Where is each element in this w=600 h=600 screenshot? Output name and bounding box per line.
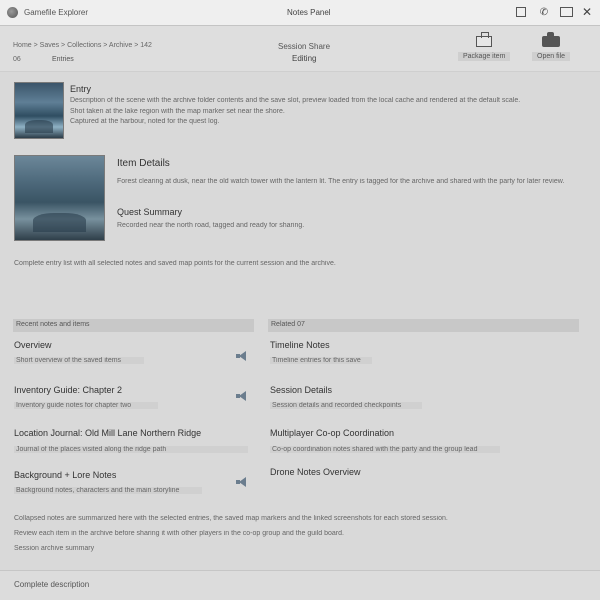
list-item-title[interactable]: Background + Lore Notes: [14, 470, 116, 480]
entry-thumbnail[interactable]: [14, 82, 64, 139]
open-file-button[interactable]: Open file: [532, 32, 571, 61]
list-item-subtitle: Background notes, characters and the mai…: [14, 487, 202, 494]
phone-icon[interactable]: ✆: [537, 5, 551, 19]
app-name: Gamefile Explorer: [24, 8, 89, 17]
session-label: Session Share: [278, 42, 331, 51]
related-item-subtitle: Co-op coordination notes shared with the…: [270, 446, 500, 453]
speaker-icon[interactable]: [236, 351, 248, 361]
title-bar: Gamefile Explorer Notes Panel ✆ ✕: [0, 0, 600, 26]
item-thumbnail[interactable]: [14, 155, 105, 241]
section-heading-right: Related 07: [268, 319, 579, 332]
footer-text: Review each item in the archive before s…: [14, 530, 344, 537]
item-description: Forest clearing at dusk, near the old wa…: [117, 178, 565, 185]
close-icon[interactable]: ✕: [580, 5, 594, 19]
maximize-icon[interactable]: [558, 5, 574, 19]
app-logo-icon: [7, 7, 18, 18]
entry-count: 06: [13, 56, 21, 63]
item-title[interactable]: Item Details: [117, 158, 170, 169]
entry-description: Captured at the harbour, noted for the q…: [70, 118, 220, 125]
footer-text: Session archive summary: [14, 545, 95, 552]
entries-label[interactable]: Entries: [52, 56, 74, 63]
status-bar: Complete description: [0, 570, 600, 600]
footer-text: Collapsed notes are summarized here with…: [14, 515, 448, 522]
related-item-subtitle: Timeline entries for this save: [270, 357, 372, 364]
minimize-icon[interactable]: [514, 5, 528, 19]
package-icon: [473, 32, 495, 48]
summary-paragraph: Complete entry list with all selected no…: [14, 260, 336, 267]
status-text: Complete description: [14, 580, 90, 589]
entry-description: Description of the scene with the archiv…: [70, 97, 521, 104]
speaker-icon[interactable]: [236, 391, 248, 401]
list-item-subtitle: Short overview of the saved items: [14, 357, 144, 364]
list-item-subtitle: Journal of the places visited along the …: [14, 446, 248, 453]
section-heading-left: Recent notes and items: [13, 319, 254, 332]
speaker-icon[interactable]: [236, 477, 248, 487]
folder-icon: [540, 32, 562, 48]
list-item-title[interactable]: Overview: [14, 340, 52, 350]
window-title: Notes Panel: [287, 8, 331, 17]
list-item-title[interactable]: Inventory Guide: Chapter 2: [14, 385, 122, 395]
related-item-title[interactable]: Multiplayer Co-op Coordination: [270, 428, 394, 438]
toolbar: Home > Saves > Collections > Archive > 1…: [0, 26, 600, 72]
list-item-subtitle: Inventory guide notes for chapter two: [14, 402, 158, 409]
related-item-title[interactable]: Timeline Notes: [270, 340, 330, 350]
open-file-button-label: Open file: [532, 52, 571, 61]
related-item-title[interactable]: Session Details: [270, 385, 332, 395]
package-button-label: Package item: [458, 52, 511, 61]
entry-description: Shot taken at the lake region with the m…: [70, 108, 285, 115]
entry-title[interactable]: Entry: [70, 84, 91, 94]
package-button[interactable]: Package item: [458, 32, 511, 61]
item-subtitle: Quest Summary: [117, 207, 183, 217]
session-value: Editing: [292, 54, 317, 63]
list-item-title[interactable]: Location Journal: Old Mill Lane Northern…: [14, 428, 201, 438]
item-subdescription: Recorded near the north road, tagged and…: [117, 222, 305, 229]
breadcrumb[interactable]: Home > Saves > Collections > Archive > 1…: [13, 42, 152, 49]
related-item-subtitle: Session details and recorded checkpoints: [270, 402, 422, 409]
related-item-title[interactable]: Drone Notes Overview: [270, 467, 361, 477]
